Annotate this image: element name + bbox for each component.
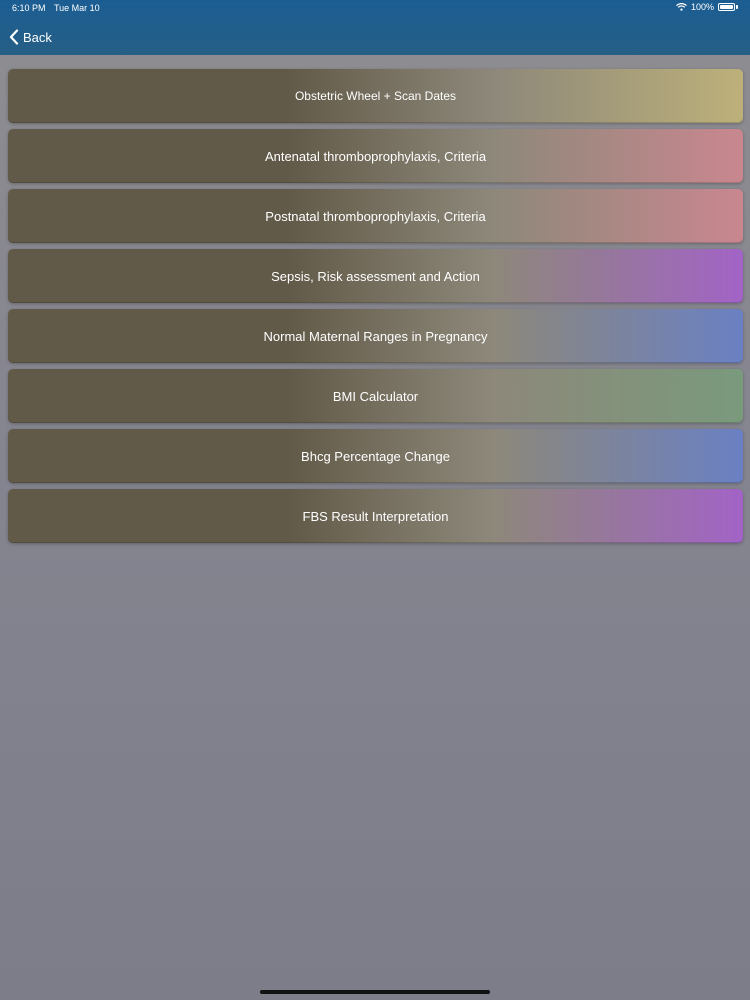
status-time: 6:10 PM [12, 3, 46, 13]
battery-icon [718, 3, 738, 11]
menu-item-postnatal-thromboprophylaxis[interactable]: Postnatal thromboprophylaxis, Criteria [8, 189, 743, 243]
menu-item-bmi-calculator[interactable]: BMI Calculator [8, 369, 743, 423]
menu-item-bhcg-percentage-change[interactable]: Bhcg Percentage Change [8, 429, 743, 483]
menu-list: Obstetric Wheel + Scan Dates Antenatal t… [8, 69, 743, 549]
menu-item-obstetric-wheel[interactable]: Obstetric Wheel + Scan Dates [8, 69, 743, 123]
wifi-icon [676, 3, 687, 11]
status-date: Tue Mar 10 [54, 3, 100, 13]
menu-item-fbs-result-interpretation[interactable]: FBS Result Interpretation [8, 489, 743, 543]
status-indicators: 100% [676, 2, 738, 12]
menu-item-sepsis[interactable]: Sepsis, Risk assessment and Action [8, 249, 743, 303]
menu-item-antenatal-thromboprophylaxis[interactable]: Antenatal thromboprophylaxis, Criteria [8, 129, 743, 183]
back-button[interactable]: Back [9, 27, 52, 47]
back-label: Back [23, 29, 52, 45]
navigation-bar: 6:10 PM Tue Mar 10 100% Back [0, 0, 750, 55]
chevron-left-icon [9, 29, 19, 45]
battery-percentage: 100% [690, 2, 714, 12]
battery-level-fill [720, 5, 733, 9]
menu-item-normal-maternal-ranges[interactable]: Normal Maternal Ranges in Pregnancy [8, 309, 743, 363]
home-indicator[interactable] [260, 990, 490, 994]
status-bar: 6:10 PM Tue Mar 10 100% [0, 0, 750, 18]
